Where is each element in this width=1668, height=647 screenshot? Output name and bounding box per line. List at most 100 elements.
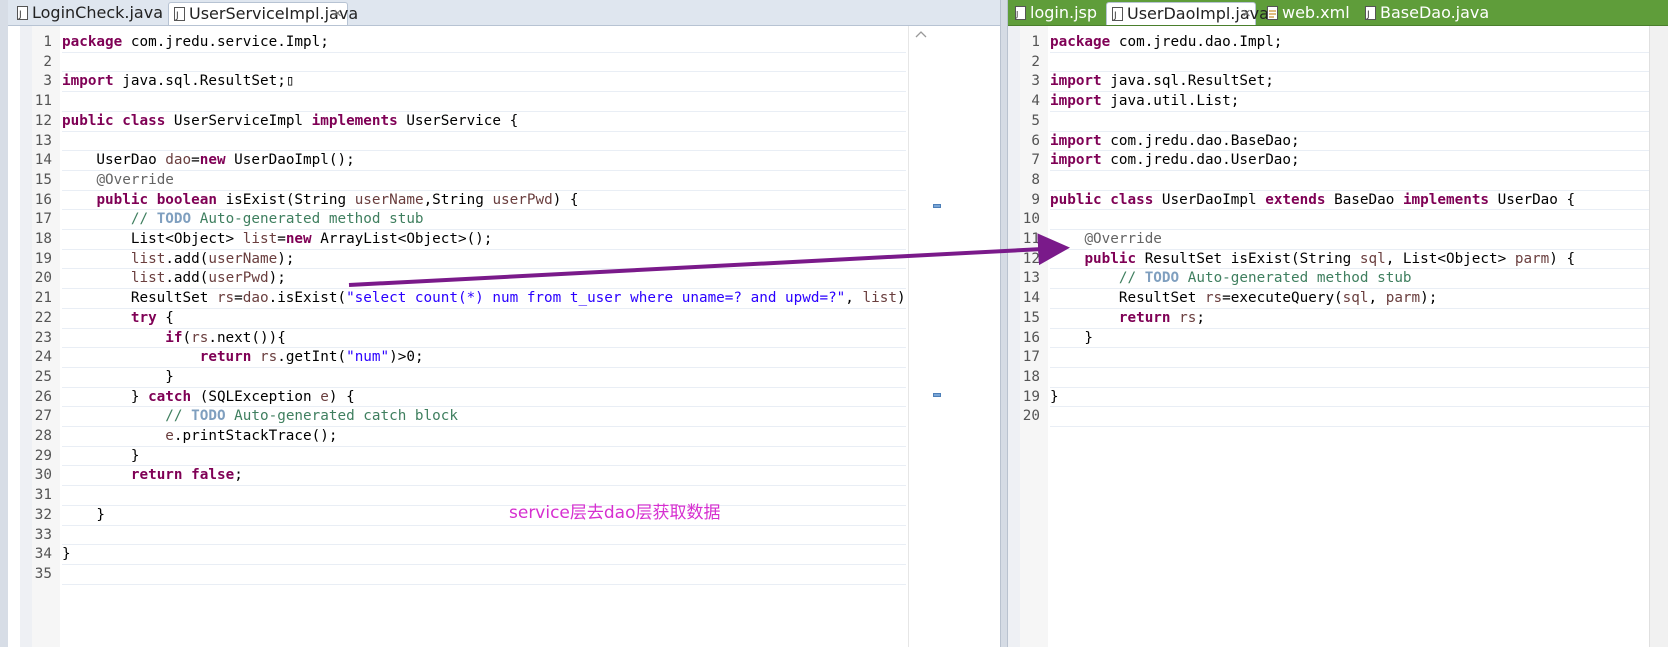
right-code-area[interactable]: package com.jredu.dao.Impl; import java.s… [1050,26,1650,647]
code-line[interactable]: import com.jredu.dao.UserDao; [1050,151,1300,170]
line-separator [1050,406,1650,408]
line-separator [62,504,906,506]
code-token: import [1050,152,1102,169]
code-token: isExist(String [216,191,355,208]
code-line[interactable]: package com.jredu.service.Impl; [62,33,329,52]
code-line[interactable]: List<Object> list=new ArrayList<Object>(… [62,230,493,249]
tab-logincheck-java[interactable]: J LoginCheck.java [12,2,163,25]
line-number: 35 [34,565,52,582]
code-line[interactable]: return rs.getInt("num")>0; [62,348,424,367]
code-line[interactable]: // TODO Auto-generated method stub [1050,269,1412,288]
code-line[interactable]: return false; [62,466,243,485]
code-line[interactable]: return rs; [1050,309,1205,328]
code-token: public [62,112,114,129]
code-line[interactable]: if(rs.next()){ [62,329,286,348]
tab-basedao-java[interactable]: J BaseDao.java [1360,2,1489,25]
code-token: ) { [328,388,355,405]
jsp-file-icon: J [1015,6,1026,20]
code-token: class [1110,191,1154,208]
code-line[interactable]: try { [62,309,174,328]
code-line[interactable]: public boolean isExist(String userName,S… [62,191,578,210]
code-line[interactable]: } [1050,329,1093,348]
code-line[interactable]: import java.sql.ResultSet; [1050,72,1274,91]
code-token: } [1050,388,1059,405]
code-token: UserServiceImpl [165,112,312,129]
code-line[interactable]: ResultSet rs=executeQuery(sql, parm); [1050,289,1438,308]
code-line[interactable]: } [1050,388,1059,407]
code-line[interactable]: import java.util.List; [1050,92,1239,111]
line-number: 18 [34,231,52,247]
code-line[interactable]: } [62,447,140,466]
line-number: 3 [1031,73,1040,90]
tab-login-jsp[interactable]: J login.jsp [1010,2,1100,25]
code-line[interactable]: } [62,545,71,564]
line-number: 29 [34,447,52,464]
code-line[interactable]: UserDao dao=new UserDaoImpl(); [62,151,354,170]
code-token: com.jredu.service.Impl; [122,34,329,50]
close-icon[interactable]: ✕ [1242,8,1253,19]
code-line[interactable]: @Override [1050,230,1162,249]
code-line[interactable]: ResultSet rs=dao.isExist("select count(*… [62,289,914,308]
code-token: false [191,467,235,484]
java-file-icon: J [1365,6,1376,20]
code-token: } [62,447,140,464]
code-line[interactable]: list.add(userName); [62,250,295,269]
code-line[interactable]: package com.jredu.dao.Impl; [1050,33,1282,52]
svg-text:J: J [1015,10,1018,19]
code-token: catch [148,388,192,405]
task-marker[interactable] [933,204,941,208]
line-number: 12 [34,112,52,129]
code-token: list [130,250,166,267]
code-token: @Override [1084,231,1162,247]
code-line[interactable]: e.printStackTrace(); [62,427,337,446]
line-number: 14 [1022,290,1040,307]
code-token: rs [216,290,235,307]
line-number: 1 [1031,34,1040,50]
line-number: 23 [34,329,52,346]
code-token: .next()){ [208,329,286,346]
code-token: com.jredu.dao.Impl; [1110,34,1283,50]
code-token: import [1050,93,1102,110]
tab-userdaoimpl-java[interactable]: J UserDaoImpl.java ✕ [1106,2,1269,25]
code-line[interactable]: public class UserDaoImpl extends BaseDao… [1050,191,1575,210]
right-editor-pane: J login.jsp J UserDaoImpl.java ✕ web.xml… [1008,0,1668,647]
code-line[interactable]: } [62,506,105,525]
code-line[interactable]: } [62,368,174,387]
left-code-area[interactable]: package com.jredu.service.Impl; import ja… [62,26,914,647]
code-token: e [320,388,329,405]
code-token: rs [260,349,278,366]
code-line[interactable]: @Override [62,171,173,190]
code-line[interactable]: import java.sql.ResultSet;▯ [62,72,294,91]
code-token: = [234,290,243,307]
left-overview-ruler[interactable] [908,26,1000,647]
task-marker[interactable] [933,393,941,397]
code-token: , List<Object> [1385,250,1515,267]
editor-split-divider[interactable] [1000,0,1008,647]
code-token: } [62,506,106,523]
line-number: 20 [34,270,52,287]
close-icon[interactable]: ✕ [333,8,344,19]
code-line[interactable]: } catch (SQLException e) { [62,388,355,407]
code-line[interactable]: public ResultSet isExist(String sql, Lis… [1050,250,1575,269]
line-number: 13 [34,132,52,149]
code-token: )>0; [389,349,424,366]
tab-label: web.xml [1282,3,1350,22]
right-vertical-scrollbar[interactable] [1649,26,1668,647]
line-separator [1050,426,1650,427]
code-line[interactable]: // TODO Auto-generated catch block [62,407,458,426]
code-token: ) { [1549,250,1576,267]
line-number: 19 [1022,388,1040,405]
tab-userserviceimpl-java[interactable]: J UserServiceImpl.java ✕ [168,2,358,25]
code-line[interactable]: public class UserServiceImpl implements … [62,112,518,131]
collapse-icon[interactable] [915,30,927,38]
code-line[interactable]: import com.jredu.dao.BaseDao; [1050,132,1300,151]
code-token: rs [1204,290,1223,307]
code-line[interactable]: list.add(userPwd); [62,269,286,288]
code-token: java.sql.ResultSet; [113,73,286,90]
tab-web-xml[interactable]: web.xml [1262,2,1358,25]
code-line[interactable]: // TODO Auto-generated method stub [62,210,424,229]
